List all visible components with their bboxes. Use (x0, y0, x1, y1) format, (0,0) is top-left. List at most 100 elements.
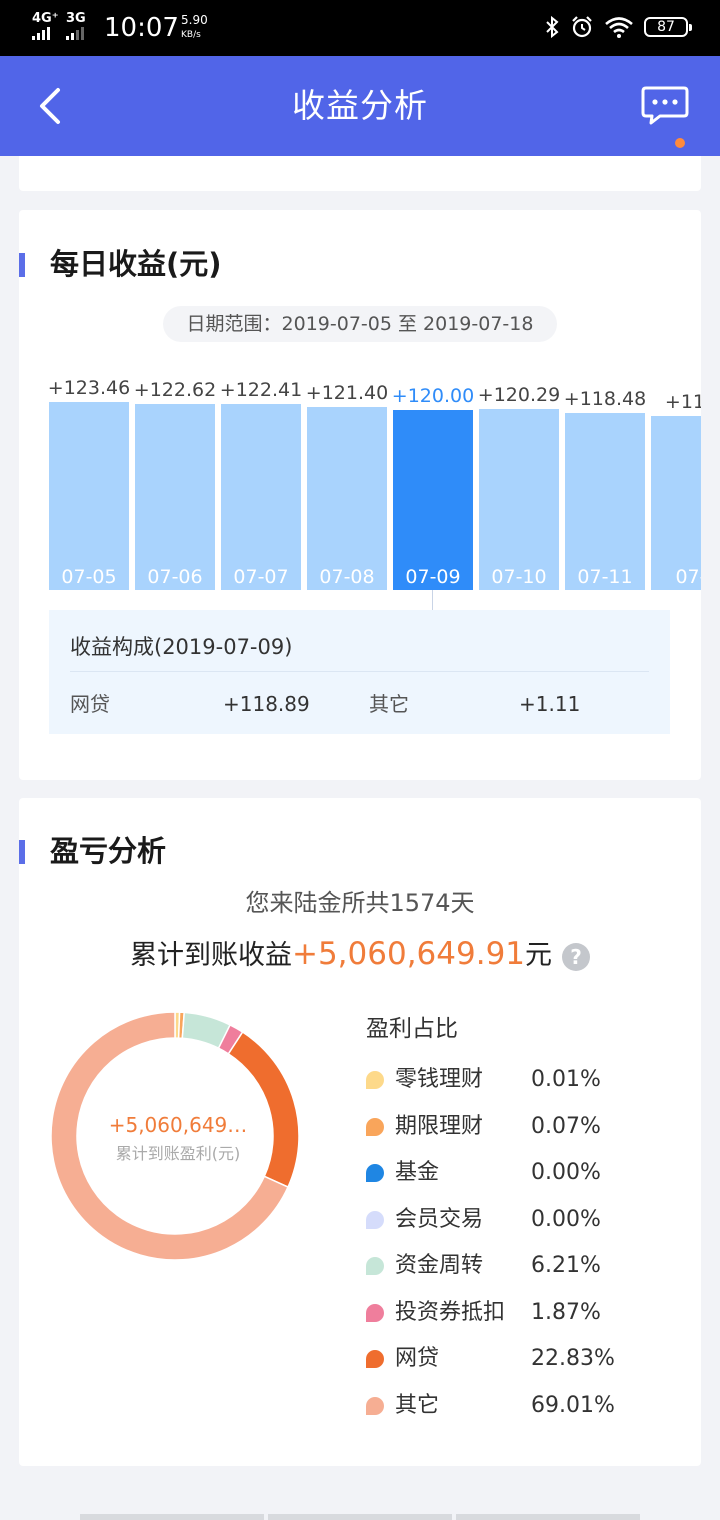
question-circle-icon[interactable]: ? (562, 942, 591, 971)
total-amount: +5,060,649.91 (291, 936, 526, 972)
legend-item: 网贷 22.83% (366, 1341, 686, 1377)
date-range[interactable]: 日期范围：2019-07-05 至 2019-07-18 (163, 306, 557, 342)
legend-label: 零钱理财 (395, 1067, 484, 1092)
network-speed-value: 5.90 (181, 13, 208, 27)
wifi-icon (605, 17, 633, 38)
legend-item: 基金 0.00% (366, 1155, 686, 1191)
bar-date-label: 07-10 (491, 566, 547, 588)
divider (70, 671, 649, 672)
daily-bar[interactable]: 07-09 (393, 410, 473, 590)
notification-badge (675, 138, 685, 148)
bluetooth-icon (546, 15, 559, 39)
section-title: 盈亏分析 (50, 834, 167, 868)
total-prefix: 累计到账收益 (129, 940, 292, 971)
breakdown-title: 收益构成(2019-07-09) (70, 635, 293, 659)
legend-swatch-icon (366, 1164, 384, 1182)
network-speed: 5.90 KB/s (181, 14, 208, 42)
bar-date-label: 07-05 (61, 566, 117, 588)
legend-swatch-icon (366, 1397, 384, 1415)
breakdown-value-other: +1.11 (519, 692, 581, 716)
legend-percent: 6.21% (531, 1253, 601, 1278)
legend-percent: 0.00% (531, 1160, 601, 1185)
days-since-join: 您来陆金所共1574天 (245, 889, 475, 917)
legend-swatch-icon (366, 1118, 384, 1136)
bar-value-label: +122.62 (133, 379, 217, 401)
daily-bar[interactable]: 07-11 (565, 413, 645, 590)
legend-title: 盈利占比 (366, 1016, 458, 1042)
donut-center-label: 累计到账盈利(元) (115, 1144, 241, 1163)
legend-swatch-icon (366, 1350, 384, 1368)
bar-value-label: +120.29 (477, 384, 561, 406)
legend-percent: 0.01% (531, 1067, 601, 1092)
legend-label: 资金周转 (395, 1253, 484, 1278)
bar-value-label: +118.48 (563, 388, 647, 410)
section-accent (19, 840, 25, 864)
legend-percent: 1.87% (531, 1300, 601, 1325)
network-speed-unit: KB/s (181, 30, 201, 40)
legend-item: 投资券抵扣 1.87% (366, 1295, 686, 1331)
legend-label: 基金 (395, 1160, 440, 1185)
donut-center-amount: +5,060,649… (108, 1113, 248, 1137)
alarm-icon (572, 16, 592, 38)
daily-bar[interactable]: 07- (651, 416, 701, 590)
battery-icon: 87 (644, 17, 692, 37)
daily-bar[interactable]: 07-06 (135, 404, 215, 590)
legend-item: 资金周转 6.21% (366, 1248, 686, 1284)
bar-value-label: +121.40 (305, 382, 389, 404)
legend-label: 投资券抵扣 (395, 1300, 506, 1325)
legend-percent: 69.01% (531, 1393, 615, 1418)
legend-swatch-icon (366, 1211, 384, 1229)
daily-bar[interactable]: 07-07 (221, 404, 301, 590)
network-type-2: 3G (66, 11, 86, 26)
bar-date-label: 07-07 (233, 566, 289, 588)
status-icons: 87 (544, 15, 692, 39)
daily-earnings-chart[interactable]: 07-05 +123.46 07-06 +122.62 07-07 +122.41 07-0… (49, 362, 701, 622)
bar-date-label: 07-06 (147, 566, 203, 588)
page-title: 收益分析 (292, 86, 428, 125)
earnings-breakdown: 收益构成(2019-07-09) 网贷 +118.89 其它 +1.11 (49, 610, 670, 734)
legend-item: 期限理财 0.07% (366, 1109, 686, 1145)
bar-value-label: +117 (664, 391, 701, 413)
section-title: 每日收益(元) (50, 247, 222, 281)
app-header: 收益分析 (0, 56, 720, 156)
bar-value-label: +120.00 (391, 385, 475, 407)
legend-percent: 0.00% (531, 1207, 601, 1232)
legend-swatch-icon (366, 1257, 384, 1275)
signal-strength-icon (32, 26, 50, 40)
bottom-tab-strip (80, 1514, 640, 1520)
legend-label: 会员交易 (395, 1207, 484, 1232)
daily-bar[interactable]: 07-05 (49, 402, 129, 590)
bar-value-label: +122.41 (219, 379, 303, 401)
legend-item: 零钱理财 0.01% (366, 1062, 686, 1098)
bar-value-label: +123.46 (49, 377, 131, 399)
bar-date-label: 07-09 (405, 566, 461, 588)
breakdown-label-p2p: 网贷 (70, 692, 110, 716)
daily-bar[interactable]: 07-10 (479, 409, 559, 590)
section-accent (19, 253, 25, 277)
daily-bar[interactable]: 07-08 (307, 407, 387, 590)
legend-percent: 22.83% (531, 1346, 615, 1371)
bar-date-label: 07- (675, 566, 701, 588)
clock: 10:07 (104, 13, 179, 43)
bar-date-label: 07-08 (319, 566, 375, 588)
legend-item: 其它 69.01% (366, 1388, 686, 1424)
legend-percent: 0.07% (531, 1114, 601, 1139)
previous-card (19, 156, 701, 191)
total-earnings: 累计到账收益+5,060,649.91元? (19, 932, 701, 978)
legend-label: 网贷 (395, 1346, 440, 1371)
legend-item: 会员交易 0.00% (366, 1202, 686, 1238)
total-suffix: 元 (525, 940, 553, 971)
daily-earnings-card: 每日收益(元) 日期范围：2019-07-05 至 2019-07-18 07-… (19, 210, 701, 780)
signal-strength-icon (66, 26, 84, 40)
legend-swatch-icon (366, 1304, 384, 1322)
chat-bubble-icon[interactable] (640, 84, 690, 128)
profit-loss-card: 盈亏分析 您来陆金所共1574天 累计到账收益+5,060,649.91元? +… (19, 798, 701, 1466)
legend-label: 期限理财 (395, 1114, 484, 1139)
breakdown-value-p2p: +118.89 (223, 692, 310, 716)
legend-swatch-icon (366, 1071, 384, 1089)
selection-connector (432, 590, 433, 610)
bar-date-label: 07-11 (577, 566, 633, 588)
breakdown-label-other: 其它 (369, 692, 409, 716)
network-type-1: 4G⁺ (32, 11, 59, 26)
status-bar: 4G⁺ 3G 10:07 5.90 KB/s 87 (0, 0, 720, 56)
